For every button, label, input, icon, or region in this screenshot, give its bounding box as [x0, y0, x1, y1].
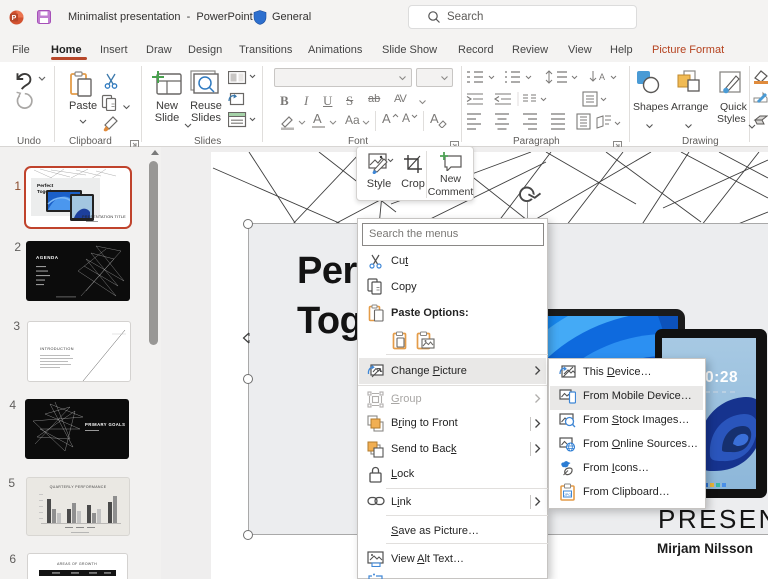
svg-text:INTRODUCTION: INTRODUCTION: [40, 347, 74, 351]
svg-text:AGENDA: AGENDA: [36, 255, 59, 260]
svg-text:JPG: JPG: [564, 492, 572, 497]
svg-text:Perfect: Perfect: [37, 183, 54, 189]
svg-text:QUARTERLY PERFORMANCE: QUARTERLY PERFORMANCE: [50, 485, 107, 489]
svg-text:PRIMARY GOALS: PRIMARY GOALS: [85, 422, 125, 427]
svg-text:P: P: [12, 15, 17, 22]
svg-text:AREAS OF GROWTH: AREAS OF GROWTH: [57, 562, 97, 566]
svg-text:A: A: [599, 72, 605, 82]
svg-text:PRESENTATION TITLE: PRESENTATION TITLE: [82, 215, 126, 219]
